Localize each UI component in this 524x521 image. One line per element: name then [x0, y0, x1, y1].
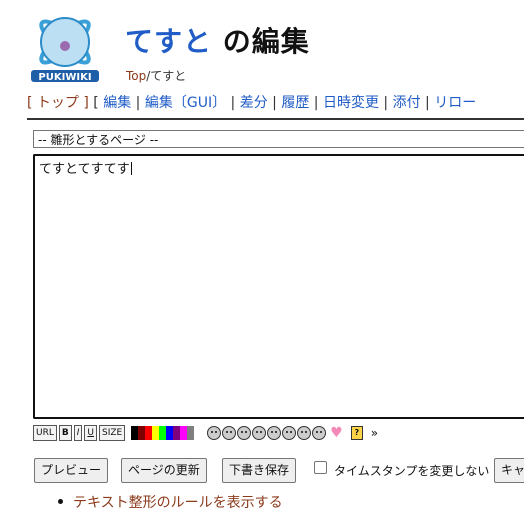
heart-icon[interactable]: ♥ [330, 426, 343, 440]
bold-button[interactable]: B [58, 425, 72, 441]
separator: | [420, 95, 435, 111]
textarea-text: てすとてすてす [39, 162, 130, 177]
divider [27, 118, 524, 120]
breadcrumb-top-link[interactable]: Top [126, 69, 146, 83]
title-suffix: の編集 [212, 25, 310, 58]
color-swatch[interactable] [173, 426, 181, 440]
menu-top-link[interactable]: トップ [37, 95, 79, 111]
notimestamp-checkbox[interactable] [314, 461, 327, 474]
bullet-icon [58, 499, 63, 504]
edit-toolbar: URL B I U SIZE ♥ ? » [33, 425, 378, 441]
page-title: てすと の編集 [125, 20, 310, 60]
breadcrumb-current: てすと [150, 69, 187, 83]
menu-timestamp-link[interactable]: 日時変更 [323, 95, 379, 111]
menu-history-link[interactable]: 履歴 [281, 95, 309, 111]
navigation-menu: [ トップ ] [ 編集 | 編集〔GUI〕 | 差分 | 履歴 | 日時変更 … [27, 92, 476, 112]
bracket: [ [88, 95, 104, 111]
separator: | [309, 95, 323, 111]
color-swatch[interactable] [194, 426, 202, 440]
color-swatch[interactable] [166, 426, 174, 440]
text-rules-link[interactable]: テキスト整形のルールを表示する [73, 495, 283, 511]
menu-diff-link[interactable]: 差分 [240, 95, 268, 111]
underline-button[interactable]: U [84, 425, 97, 441]
face-oh-icon[interactable] [252, 426, 267, 440]
color-swatch[interactable] [180, 426, 188, 440]
face-wink-icon[interactable] [267, 426, 282, 440]
url-button[interactable]: URL [33, 425, 57, 441]
separator: | [131, 95, 145, 111]
pukiwiki-logo[interactable]: PUKIWIKI [27, 8, 103, 84]
color-swatch[interactable] [138, 426, 146, 440]
face-worried-icon[interactable] [297, 426, 312, 440]
page-name-link[interactable]: てすと [125, 25, 212, 58]
color-swatch[interactable] [159, 426, 167, 440]
preview-button[interactable]: プレビュー [34, 458, 109, 483]
update-page-button[interactable]: ページの更新 [121, 458, 207, 483]
color-palette [131, 426, 202, 440]
help-icon[interactable]: ? [350, 426, 363, 440]
svg-text:PUKIWIKI: PUKIWIKI [38, 72, 91, 83]
text-caret [130, 162, 132, 175]
bracket: [ [27, 95, 37, 111]
face-bigsmile-icon[interactable] [222, 426, 237, 440]
face-icons [207, 426, 327, 440]
bracket: ] [78, 95, 89, 111]
breadcrumb: Top/てすと [126, 67, 186, 84]
color-swatch[interactable] [152, 426, 160, 440]
separator: | [226, 95, 240, 111]
color-swatch[interactable] [145, 426, 153, 440]
menu-edit-link[interactable]: 編集 [103, 95, 131, 111]
face-tear-icon[interactable] [312, 426, 327, 440]
save-draft-button[interactable]: 下書き保存 [222, 458, 297, 483]
content-textarea[interactable]: てすとてすてす [33, 154, 524, 419]
template-page-select[interactable]: -- 雛形とするページ -- [33, 130, 524, 148]
italic-button[interactable]: I [73, 425, 83, 441]
size-button[interactable]: SIZE [98, 425, 126, 441]
separator: | [267, 95, 282, 111]
face-sad-icon[interactable] [282, 426, 297, 440]
menu-reload-link[interactable]: リロー [434, 95, 476, 111]
color-swatch[interactable] [131, 426, 139, 440]
face-huh-icon[interactable] [237, 426, 252, 440]
separator: | [378, 95, 393, 111]
text-rules-item: テキスト整形のルールを表示する [58, 492, 283, 512]
menu-edit-gui-link[interactable]: 編集〔GUI〕 [145, 95, 226, 111]
cancel-button[interactable]: キャ [494, 458, 524, 483]
notimestamp-label: タイムスタンプを変更しない [334, 464, 490, 478]
color-swatch[interactable] [187, 426, 195, 440]
face-smile-icon[interactable] [207, 426, 222, 440]
more-toolbar-icon[interactable]: » [371, 426, 378, 440]
menu-attach-link[interactable]: 添付 [393, 95, 421, 111]
